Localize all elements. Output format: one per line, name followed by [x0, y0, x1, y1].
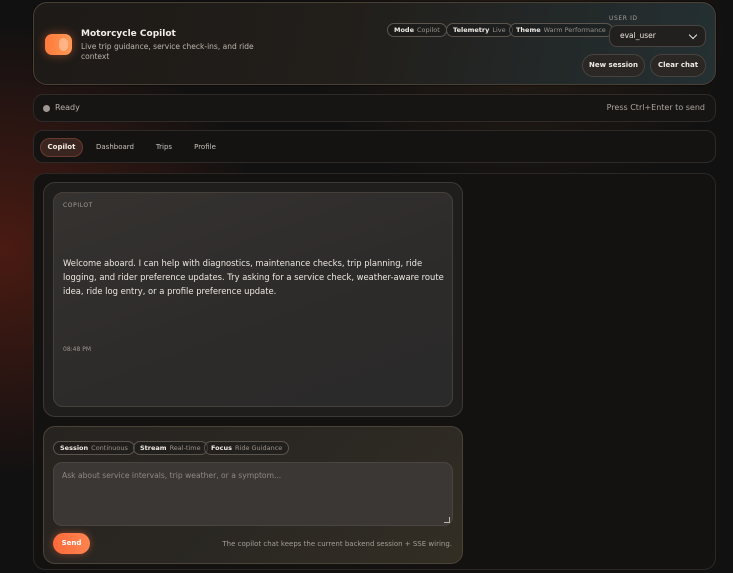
theme-chip: Theme Warm Performance [509, 23, 613, 37]
stream-chip: Stream Real-time [133, 441, 208, 455]
clear-chat-button[interactable]: Clear chat [650, 54, 706, 77]
user-id-select[interactable]: eval_user [609, 25, 706, 47]
app-subtitle: Live trip guidance, service check-ins, a… [81, 42, 254, 61]
tab-trips[interactable]: Trips [148, 138, 180, 157]
mode-chip: Mode Copilot [387, 23, 447, 37]
app-header: Motorcycle Copilot Live trip guidance, s… [33, 2, 716, 85]
chevron-down-icon [688, 30, 698, 40]
resize-handle-icon[interactable] [444, 517, 450, 523]
focus-chip: Focus Ride Guidance [204, 441, 290, 455]
message-time: 08:48 PM [63, 346, 91, 353]
tab-bar: Copilot Dashboard Trips Profile [33, 130, 716, 163]
send-button[interactable]: Send [53, 533, 90, 554]
app-title: Motorcycle Copilot [81, 29, 176, 39]
chat-message: COPILOT Welcome aboard. I can help with … [53, 192, 453, 407]
message-input-wrapper [53, 462, 453, 526]
brand-toggle-icon [45, 34, 72, 55]
message-author: COPILOT [63, 202, 94, 209]
tab-copilot[interactable]: Copilot [40, 138, 83, 157]
message-text: Welcome aboard. I can help with diagnost… [63, 258, 444, 296]
new-session-button[interactable]: New session [582, 54, 645, 77]
user-id-value: eval_user [620, 31, 656, 40]
tab-profile[interactable]: Profile [186, 138, 224, 157]
composer-footnote: The copilot chat keeps the current backe… [222, 540, 452, 548]
status-dot-icon [43, 105, 50, 112]
status-bar: Ready Press Ctrl+Enter to send [33, 94, 716, 122]
session-chip: Session Continuous [53, 441, 135, 455]
telemetry-chip: Telemetry Live [446, 23, 513, 37]
user-id-label: USER ID [609, 15, 638, 22]
status-text: Ready [55, 103, 80, 112]
shortcut-hint: Press Ctrl+Enter to send [606, 103, 705, 112]
message-input[interactable] [54, 463, 452, 525]
tab-dashboard[interactable]: Dashboard [89, 138, 141, 157]
